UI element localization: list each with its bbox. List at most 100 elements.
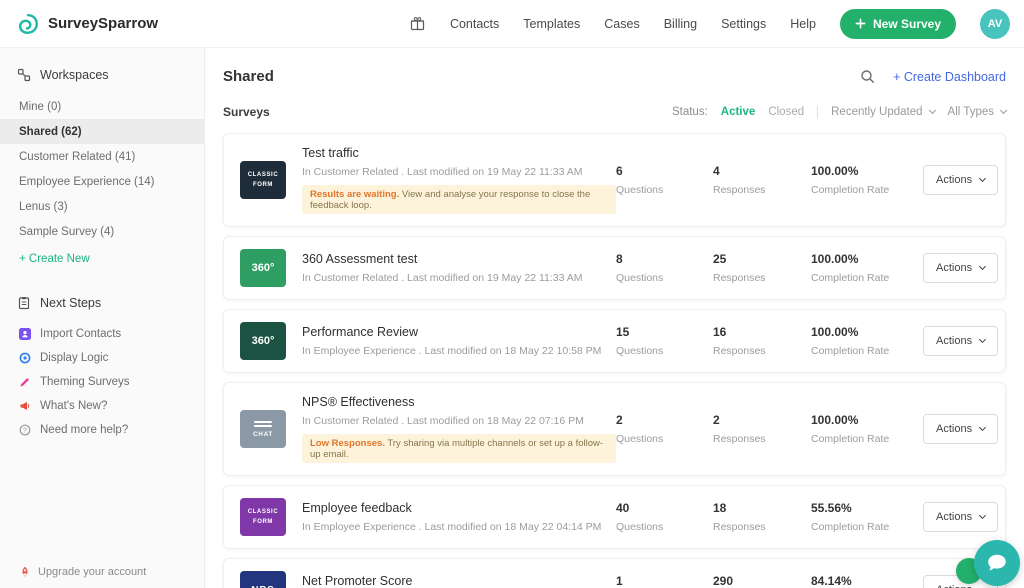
chat-launcher[interactable] bbox=[974, 540, 1020, 586]
nav-settings[interactable]: Settings bbox=[721, 17, 766, 31]
types-dropdown[interactable]: All Types bbox=[948, 106, 1006, 118]
svg-text:?: ? bbox=[23, 427, 27, 434]
survey-meta: In Customer Related . Last modified on 1… bbox=[302, 415, 616, 427]
sidebar-item-whats-new[interactable]: What's New? bbox=[0, 394, 204, 418]
app-window: SurveySparrow Contacts Templates Cases B… bbox=[0, 0, 1024, 588]
survey-title[interactable]: Test traffic bbox=[302, 146, 616, 160]
survey-type-badge: CLASSIC FORM bbox=[240, 161, 286, 199]
responses-stat: 18Responses bbox=[713, 501, 811, 533]
survey-title[interactable]: 360 Assessment test bbox=[302, 252, 616, 266]
survey-warning: Results are waiting. View and analyse yo… bbox=[302, 185, 616, 214]
create-dashboard-link[interactable]: + Create Dashboard bbox=[893, 70, 1006, 84]
filter-divider bbox=[817, 106, 818, 119]
actions-button[interactable]: Actions bbox=[923, 414, 998, 444]
sidebar-item-lenus[interactable]: Lenus (3) bbox=[0, 194, 204, 219]
nav-cases[interactable]: Cases bbox=[604, 17, 639, 31]
actions-label: Actions bbox=[936, 423, 972, 435]
actions-button[interactable]: Actions bbox=[923, 165, 998, 195]
chevron-down-icon bbox=[929, 107, 936, 114]
chevron-down-icon bbox=[979, 263, 986, 270]
actions-label: Actions bbox=[936, 335, 972, 347]
create-new-workspace-link[interactable]: + Create New bbox=[0, 244, 204, 274]
sidebar-item-theming-surveys[interactable]: Theming Surveys bbox=[0, 370, 204, 394]
survey-meta: In Customer Related . Last modified on 1… bbox=[302, 166, 616, 178]
nav-help[interactable]: Help bbox=[790, 17, 816, 31]
plus-icon bbox=[855, 18, 866, 29]
status-filter-closed[interactable]: Closed bbox=[768, 106, 804, 118]
survey-type-badge: NPS bbox=[240, 571, 286, 588]
survey-title[interactable]: Performance Review bbox=[302, 325, 616, 339]
completion-stat: 100.00%Completion Rate bbox=[811, 325, 923, 357]
chevron-down-icon bbox=[979, 336, 986, 343]
sort-dropdown-value: Recently Updated bbox=[831, 106, 922, 118]
workspaces-icon bbox=[17, 68, 31, 82]
chevron-down-icon bbox=[979, 512, 986, 519]
sidebar-item-mine[interactable]: Mine (0) bbox=[0, 94, 204, 119]
import-contacts-icon bbox=[19, 328, 31, 340]
sidebar-item-customer-related[interactable]: Customer Related (41) bbox=[0, 144, 204, 169]
page-title: Shared bbox=[223, 68, 274, 85]
chevron-down-icon bbox=[979, 424, 986, 431]
actions-label: Actions bbox=[936, 262, 972, 274]
survey-title[interactable]: NPS® Effectiveness bbox=[302, 395, 616, 409]
next-steps-title: Next Steps bbox=[40, 296, 101, 310]
sidebar-item-import-contacts[interactable]: Import Contacts bbox=[0, 322, 204, 346]
completion-stat: 100.00%Completion Rate bbox=[811, 164, 923, 196]
new-survey-button[interactable]: New Survey bbox=[840, 9, 956, 39]
sidebar-item-display-logic[interactable]: Display Logic bbox=[0, 346, 204, 370]
actions-button[interactable]: Actions bbox=[923, 326, 998, 356]
responses-stat: 290Responses bbox=[713, 574, 811, 588]
nav-contacts[interactable]: Contacts bbox=[450, 17, 499, 31]
brand-name: SurveySparrow bbox=[48, 15, 158, 32]
upgrade-account-link[interactable]: Upgrade your account bbox=[19, 566, 146, 578]
actions-button[interactable]: Actions bbox=[923, 502, 998, 532]
completion-stat: 55.56%Completion Rate bbox=[811, 501, 923, 533]
display-logic-label: Display Logic bbox=[40, 352, 108, 364]
survey-meta: In Customer Related . Last modified on 1… bbox=[302, 272, 616, 284]
actions-button[interactable]: Actions bbox=[923, 253, 998, 283]
nav-templates[interactable]: Templates bbox=[523, 17, 580, 31]
next-steps-icon bbox=[17, 296, 31, 310]
need-more-help-label: Need more help? bbox=[40, 424, 128, 436]
questions-stat: 6Questions bbox=[616, 164, 713, 196]
user-avatar[interactable]: AV bbox=[980, 9, 1010, 39]
surveysparrow-logo-icon bbox=[16, 12, 40, 36]
survey-card[interactable]: CLASSIC FORM Employee feedback In Employ… bbox=[223, 485, 1006, 549]
brand-logo[interactable]: SurveySparrow bbox=[16, 12, 158, 36]
main-content: Shared + Create Dashboard Surveys Status… bbox=[205, 48, 1024, 588]
survey-warning: Low Responses. Try sharing via multiple … bbox=[302, 434, 616, 463]
new-survey-label: New Survey bbox=[873, 17, 941, 31]
survey-title[interactable]: Net Promoter Score bbox=[302, 574, 616, 588]
survey-card[interactable]: 360° 360 Assessment test In Customer Rel… bbox=[223, 236, 1006, 300]
top-navbar: SurveySparrow Contacts Templates Cases B… bbox=[0, 0, 1024, 48]
sidebar-item-employee-experience[interactable]: Employee Experience (14) bbox=[0, 169, 204, 194]
nav-billing[interactable]: Billing bbox=[664, 17, 697, 31]
questions-stat: 2Questions bbox=[616, 413, 713, 445]
rocket-icon bbox=[19, 566, 31, 578]
main-header: Shared + Create Dashboard bbox=[205, 48, 1024, 101]
survey-title[interactable]: Employee feedback bbox=[302, 501, 616, 515]
types-dropdown-value: All Types bbox=[948, 106, 994, 118]
survey-card[interactable]: CLASSIC FORM Test traffic In Customer Re… bbox=[223, 133, 1006, 227]
top-nav-links: Contacts Templates Cases Billing Setting… bbox=[409, 9, 1010, 39]
sidebar-item-need-more-help[interactable]: ? Need more help? bbox=[0, 418, 204, 442]
survey-card[interactable]: CHAT NPS® Effectiveness In Customer Rela… bbox=[223, 382, 1006, 476]
survey-list: CLASSIC FORM Test traffic In Customer Re… bbox=[205, 133, 1024, 588]
sidebar-item-sample-survey[interactable]: Sample Survey (4) bbox=[0, 219, 204, 244]
survey-type-badge: 360° bbox=[240, 249, 286, 287]
gift-icon[interactable] bbox=[409, 15, 426, 32]
sort-dropdown[interactable]: Recently Updated bbox=[831, 106, 934, 118]
actions-label: Actions bbox=[936, 584, 972, 588]
questions-stat: 1Questions bbox=[616, 574, 713, 588]
help-question-icon: ? bbox=[19, 424, 31, 436]
status-filter-active[interactable]: Active bbox=[721, 106, 756, 118]
completion-stat: 100.00%Completion Rate bbox=[811, 413, 923, 445]
sidebar-item-shared[interactable]: Shared (62) bbox=[0, 119, 204, 144]
survey-card[interactable]: NPS Net Promoter Score In Customer Relat… bbox=[223, 558, 1006, 588]
search-icon[interactable] bbox=[860, 69, 875, 84]
status-label: Status: bbox=[672, 106, 708, 118]
survey-card[interactable]: 360° Performance Review In Employee Expe… bbox=[223, 309, 1006, 373]
upgrade-account-label: Upgrade your account bbox=[38, 566, 146, 578]
responses-stat: 4Responses bbox=[713, 164, 811, 196]
surveys-heading: Surveys bbox=[223, 105, 270, 119]
